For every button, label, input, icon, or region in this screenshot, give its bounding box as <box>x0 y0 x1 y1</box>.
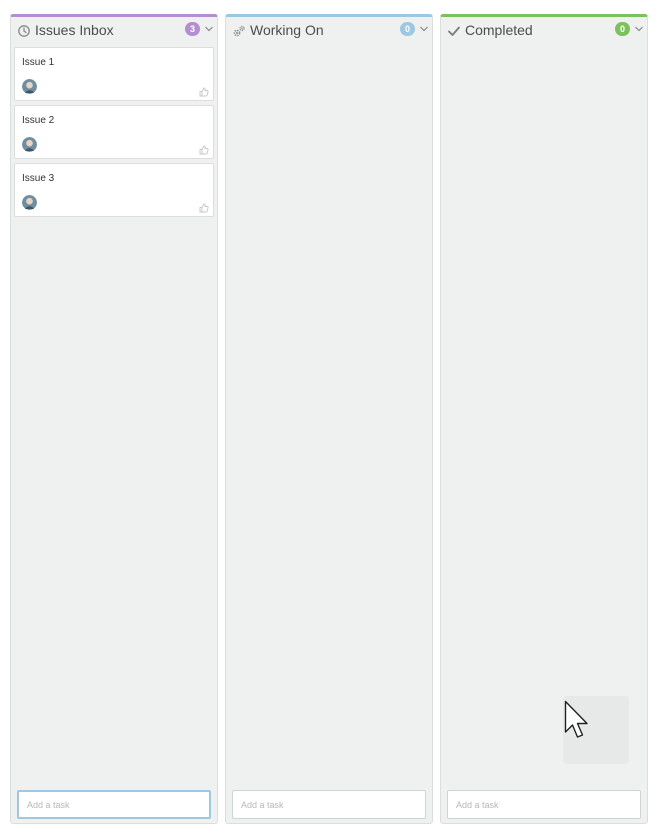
kanban-board: Issues Inbox 3 Issue 1 Issue 2 Issue 3 A… <box>0 0 660 833</box>
avatar <box>22 195 37 210</box>
thumbs-up-icon[interactable] <box>199 203 209 213</box>
card-title: Issue 2 <box>22 115 55 126</box>
add-task-input[interactable] <box>17 790 211 819</box>
chevron-down-icon[interactable] <box>204 24 214 34</box>
thumbs-up-icon[interactable] <box>199 145 209 155</box>
add-task-input[interactable] <box>447 790 641 819</box>
count-badge: 0 <box>615 22 630 36</box>
card-list: Issue 1 Issue 2 Issue 3 <box>14 47 214 221</box>
clock-icon <box>18 25 30 37</box>
thumbs-up-icon[interactable] <box>199 87 209 97</box>
add-task-input[interactable] <box>232 790 426 819</box>
task-card[interactable]: Issue 1 <box>14 47 214 101</box>
avatar <box>22 137 37 152</box>
checkmark-icon <box>448 26 460 36</box>
column-title: Issues Inbox <box>35 22 114 38</box>
count-badge: 3 <box>185 22 200 36</box>
avatar <box>22 79 37 94</box>
chevron-down-icon[interactable] <box>419 24 429 34</box>
card-title: Issue 1 <box>22 57 55 68</box>
column-header: Working On 0 <box>226 17 432 47</box>
count-badge: 0 <box>400 22 415 36</box>
column-issues-inbox: Issues Inbox 3 Issue 1 Issue 2 Issue 3 A… <box>10 14 218 824</box>
column-header: Issues Inbox 3 <box>11 17 217 47</box>
gears-icon <box>233 25 245 37</box>
card-title: Issue 3 <box>22 173 55 184</box>
column-title: Completed <box>465 22 533 38</box>
task-card[interactable]: Issue 2 <box>14 105 214 159</box>
task-card[interactable]: Issue 3 <box>14 163 214 217</box>
column-header: Completed 0 <box>441 17 647 47</box>
mouse-pointer-icon <box>564 700 588 738</box>
column-working-on: Working On 0 <box>225 14 433 824</box>
chevron-down-icon[interactable] <box>634 24 644 34</box>
column-title: Working On <box>250 22 324 38</box>
